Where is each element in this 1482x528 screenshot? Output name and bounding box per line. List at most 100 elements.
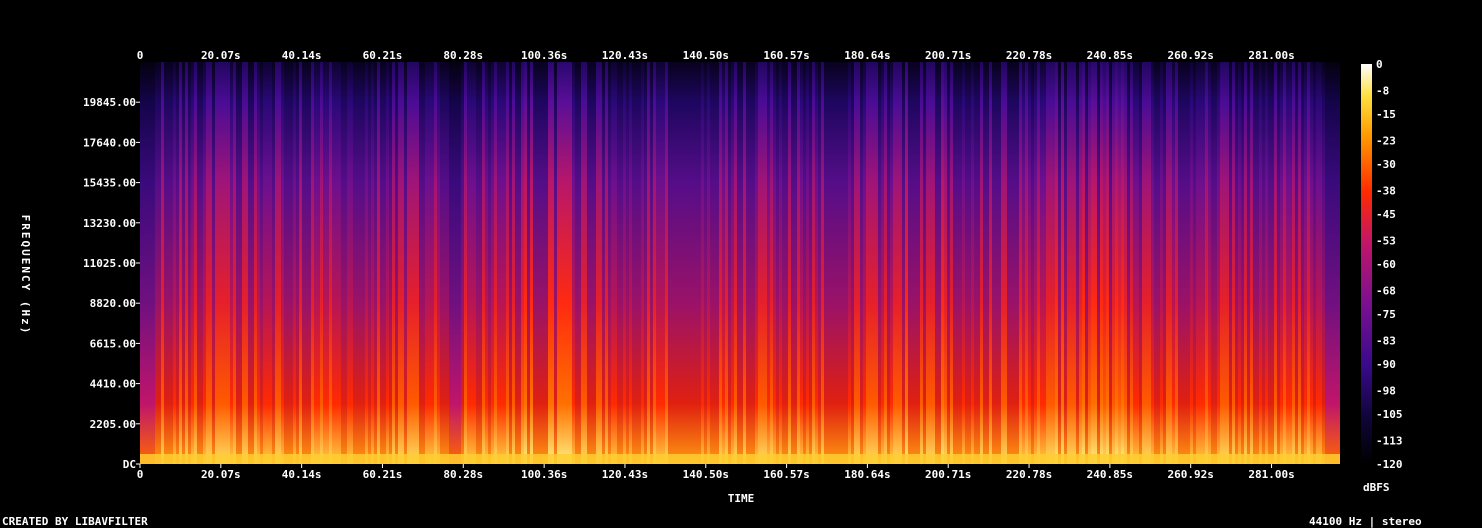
spectrogram-column — [770, 62, 773, 464]
colorbar-tick-label: -23 — [1376, 135, 1396, 148]
x-tick-label-top: 160.57s — [763, 49, 809, 62]
spectrogram-column — [1184, 62, 1187, 464]
spectrogram-column — [974, 62, 977, 464]
spectrogram-column — [1001, 62, 1004, 464]
spectrogram-column — [1262, 62, 1265, 464]
spectrogram-column — [344, 62, 347, 464]
spectrogram-column — [707, 62, 710, 464]
spectrogram-column — [905, 62, 908, 464]
spectrogram-column — [878, 62, 881, 464]
spectrogram-column — [410, 62, 413, 464]
spectrogram-column — [689, 62, 692, 464]
x-tick-label-bottom: 40.14s — [282, 468, 322, 481]
spectrogram-column — [1295, 62, 1298, 464]
colorbar-tick-label: -120 — [1376, 458, 1403, 471]
spectrogram-column — [1265, 62, 1268, 464]
spectrogram-column — [962, 62, 965, 464]
spectrogram-column — [980, 62, 983, 464]
spectrogram-column — [1091, 62, 1094, 464]
spectrogram-column — [350, 62, 353, 464]
spectrogram-column — [185, 62, 188, 464]
spectrogram-column — [299, 62, 302, 464]
spectrogram-column — [1049, 62, 1052, 464]
colorbar — [1361, 64, 1372, 464]
spectrogram-column — [716, 62, 719, 464]
spectrogram-column — [755, 62, 758, 464]
spectrogram-column — [365, 62, 368, 464]
x-tick-label-bottom: 281.00s — [1248, 468, 1294, 481]
spectrogram-column — [521, 62, 524, 464]
spectrogram-column — [302, 62, 305, 464]
spectrogram-column — [938, 62, 941, 464]
x-tick-label-bottom: 0 — [137, 468, 144, 481]
spectrogram-column — [683, 62, 686, 464]
spectrogram-column — [1148, 62, 1151, 464]
spectrogram-column — [989, 62, 992, 464]
spectrogram-column — [269, 62, 272, 464]
spectrogram-column — [854, 62, 857, 464]
spectrogram-column — [626, 62, 629, 464]
spectrogram-column — [155, 62, 158, 464]
spectrogram-column — [1040, 62, 1043, 464]
spectrogram-column — [386, 62, 389, 464]
spectrogram-column — [983, 62, 986, 464]
spectrogram-column — [833, 62, 836, 464]
spectrogram-column — [782, 62, 785, 464]
spectrogram-column — [488, 62, 491, 464]
x-tick-label-bottom: 200.71s — [925, 468, 971, 481]
spectrogram-column — [1256, 62, 1259, 464]
x-tick-label-bottom: 180.64s — [844, 468, 890, 481]
spectrogram-column — [794, 62, 797, 464]
spectrogram-column — [1124, 62, 1127, 464]
spectrogram-column — [725, 62, 728, 464]
spectrogram-column — [1220, 62, 1223, 464]
spectrogram-column — [1268, 62, 1271, 464]
x-axis-title: TIME — [728, 492, 755, 505]
spectrogram-column — [920, 62, 923, 464]
spectrogram-column — [986, 62, 989, 464]
spectrogram-column — [668, 62, 671, 464]
format-text: 44100 Hz | stereo — [1309, 515, 1422, 528]
spectrogram-column — [584, 62, 587, 464]
spectrogram-column — [632, 62, 635, 464]
spectrogram-chart: 0 20.07s 40.14s 60.21s 80.28s 100.36s 120.43s 1… — [19, 49, 1403, 505]
spectrogram-column — [494, 62, 497, 464]
spectrogram-column — [1142, 62, 1145, 464]
spectrogram-column — [698, 62, 701, 464]
spectrogram-column — [152, 62, 155, 464]
spectrogram-column — [1241, 62, 1244, 464]
spectrogram-column — [1310, 62, 1313, 464]
spectrogram-column — [515, 62, 518, 464]
spectrogram-column — [614, 62, 617, 464]
spectrogram-column — [1061, 62, 1064, 464]
spectrogram-column — [383, 62, 386, 464]
spectrogram-column — [806, 62, 809, 464]
spectrogram-column — [512, 62, 515, 464]
x-tick-label-top: 0 — [137, 49, 144, 62]
spectrogram-column — [455, 62, 458, 464]
spectrogram-column — [1022, 62, 1025, 464]
spectrogram-column — [1334, 62, 1337, 464]
spectrogram-column — [533, 62, 536, 464]
spectrogram-column — [1202, 62, 1205, 464]
spectrogram-column — [872, 62, 875, 464]
spectrogram-column — [1115, 62, 1118, 464]
spectrogram-column — [551, 62, 554, 464]
spectrogram-column — [182, 62, 185, 464]
spectrogram-column — [413, 62, 416, 464]
spectrogram-column — [407, 62, 410, 464]
spectrogram-column — [644, 62, 647, 464]
x-tick-label-bottom: 60.21s — [363, 468, 403, 481]
spectrogram-column — [611, 62, 614, 464]
x-tick-label-bottom: 100.36s — [521, 468, 567, 481]
x-tick-label-top: 60.21s — [363, 49, 403, 62]
spectrogram-column — [677, 62, 680, 464]
spectrogram-column — [686, 62, 689, 464]
spectrogram-column — [1094, 62, 1097, 464]
spectrogram-column — [824, 62, 827, 464]
spectrogram-column — [140, 62, 143, 464]
spectrogram-column — [704, 62, 707, 464]
colorbar-tick-label: -75 — [1376, 308, 1396, 321]
spectrogram-column — [722, 62, 725, 464]
spectrogram-column — [572, 62, 575, 464]
